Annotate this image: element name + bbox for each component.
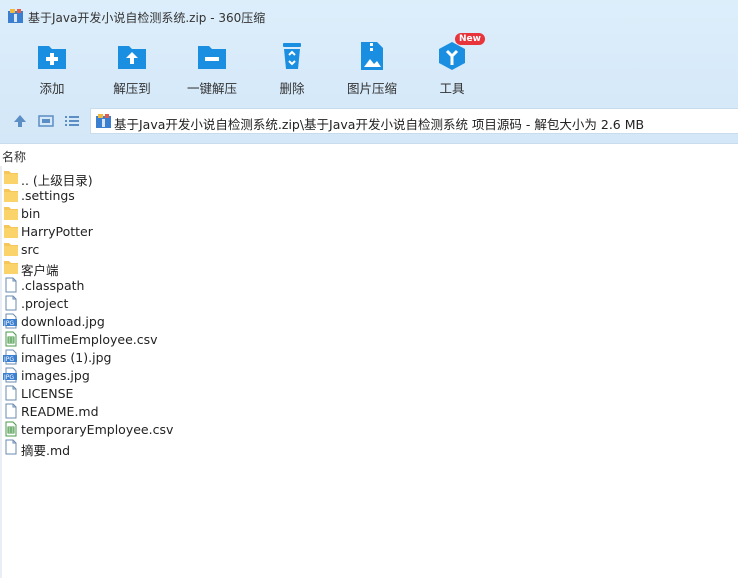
add-label: 添加 [39, 81, 65, 96]
file-name: HarryPotter [21, 224, 93, 239]
jpg-image-icon: JPG [3, 349, 19, 365]
svg-text:JPG: JPG [3, 356, 14, 363]
file-list: .. (上级目录) .settings bin HarryPotter src 客户端 .c… [0, 168, 738, 458]
file-icon [3, 439, 19, 455]
archive-app-icon [8, 9, 23, 23]
file-name: 摘要.md [21, 443, 71, 458]
file-name: README.md [21, 404, 99, 419]
csv-file-icon [3, 331, 19, 347]
svg-text:JPG: JPG [3, 320, 14, 327]
file-row[interactable]: temporaryEmployee.csv [0, 420, 738, 438]
delete-icon [283, 43, 301, 69]
image-compress-label: 图片压缩 [346, 81, 397, 96]
file-row[interactable]: LICENSE [0, 384, 738, 402]
file-row[interactable]: 摘要.md [0, 438, 738, 458]
file-row[interactable]: .project [0, 294, 738, 312]
one-click-extract-button[interactable]: 一键解压 [172, 36, 252, 98]
toolbar: 添加 解压到 一键解压 删除 图片压缩 工具 [0, 36, 738, 102]
file-name: temporaryEmployee.csv [21, 422, 174, 437]
one-click-extract-icon [198, 46, 226, 69]
folder-icon [3, 205, 19, 221]
folder-icon [3, 223, 19, 239]
file-name: images (1).jpg [21, 350, 112, 365]
image-compress-icon [361, 42, 383, 70]
file-icon [3, 385, 19, 401]
file-row[interactable]: .. (上级目录) [0, 168, 738, 188]
list-view-icon[interactable] [64, 113, 80, 129]
file-name: fullTimeEmployee.csv [21, 332, 158, 347]
file-name: bin [21, 206, 41, 221]
file-name: images.jpg [21, 368, 90, 383]
path-bar[interactable]: 基于Java开发小说自检测系统.zip\基于Java开发小说自检测系统 项目源码… [90, 108, 738, 134]
new-badge: New [455, 33, 485, 45]
jpg-image-icon: JPG [3, 313, 19, 329]
csv-file-icon [3, 421, 19, 437]
file-row[interactable]: src [0, 240, 738, 258]
add-button[interactable]: 添加 [12, 36, 92, 98]
file-row[interactable]: JPG download.jpg [0, 312, 738, 330]
file-row[interactable]: JPG images (1).jpg [0, 348, 738, 366]
path-text: 基于Java开发小说自检测系统.zip\基于Java开发小说自检测系统 项目源码… [114, 117, 645, 132]
tools-button[interactable]: 工具 [412, 36, 492, 98]
extract-to-button[interactable]: 解压到 [92, 36, 172, 98]
file-name: .project [21, 296, 69, 311]
up-arrow-icon[interactable] [12, 113, 28, 129]
folder-icon [3, 259, 19, 275]
file-icon [3, 403, 19, 419]
one-click-extract-label: 一键解压 [186, 81, 237, 96]
column-header-name[interactable]: 名称 [2, 148, 26, 165]
navigation-bar: 基于Java开发小说自检测系统.zip\基于Java开发小说自检测系统 项目源码… [0, 106, 738, 136]
file-row[interactable]: JPG images.jpg [0, 366, 738, 384]
archive-icon [96, 114, 111, 128]
file-row[interactable]: README.md [0, 402, 738, 420]
extract-to-icon [118, 46, 146, 69]
tools-label: 工具 [439, 81, 465, 96]
file-icon [3, 295, 19, 311]
file-row[interactable]: .classpath [0, 276, 738, 294]
file-name: download.jpg [21, 314, 105, 329]
folder-icon [3, 169, 19, 185]
thumbnail-view-icon[interactable] [38, 113, 54, 129]
folder-icon [3, 241, 19, 257]
file-name: .classpath [21, 278, 85, 293]
folder-icon [3, 187, 19, 203]
add-folder-icon [38, 46, 66, 69]
file-row[interactable]: fullTimeEmployee.csv [0, 330, 738, 348]
window-title: 基于Java开发小说自检测系统.zip - 360压缩 [28, 11, 266, 25]
delete-label: 删除 [279, 81, 305, 96]
file-row[interactable]: 客户端 [0, 258, 738, 278]
delete-button[interactable]: 删除 [252, 36, 332, 98]
title-bar: 基于Java开发小说自检测系统.zip - 360压缩 [0, 0, 738, 32]
svg-text:JPG: JPG [3, 374, 14, 381]
top-panel: 基于Java开发小说自检测系统.zip - 360压缩 添加 解压到 一键解压 [0, 0, 738, 144]
list-header: 名称 [0, 144, 738, 166]
file-row[interactable]: HarryPotter [0, 222, 738, 240]
file-name: .settings [21, 188, 75, 203]
file-row[interactable]: bin [0, 204, 738, 222]
image-compress-button[interactable]: 图片压缩 [332, 36, 412, 98]
file-icon [3, 277, 19, 293]
extract-to-label: 解压到 [113, 81, 151, 96]
file-name: src [21, 242, 40, 257]
file-name: LICENSE [21, 386, 74, 401]
jpg-image-icon: JPG [3, 367, 19, 383]
file-row[interactable]: .settings [0, 186, 738, 204]
